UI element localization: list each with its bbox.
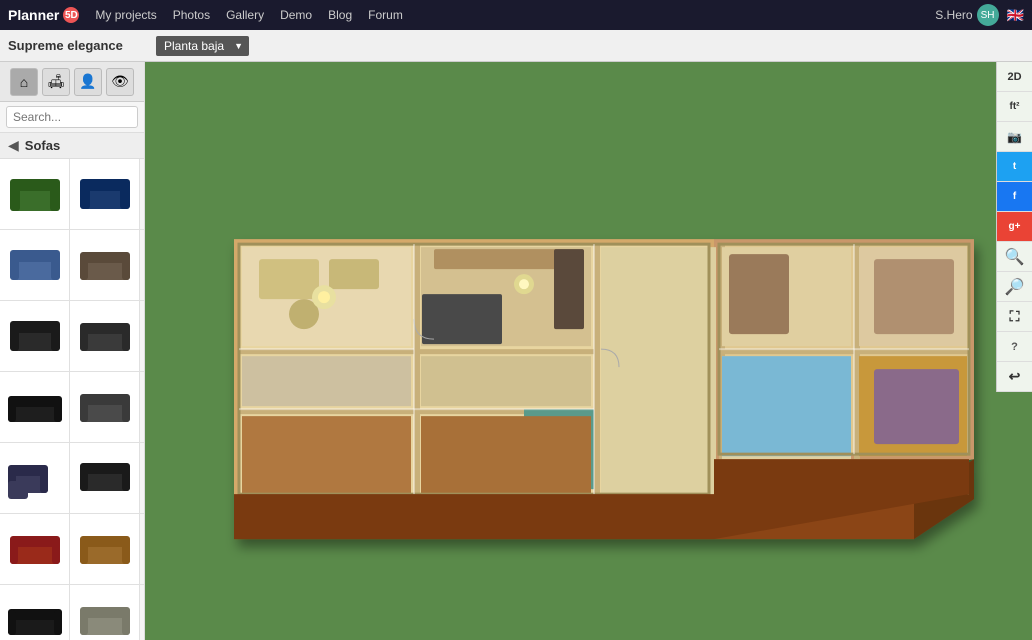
sofa-row [0,372,144,443]
logo-badge: 5D [63,7,79,23]
category-header[interactable]: ◀ Sofas [0,133,144,159]
sofa-item-5[interactable] [0,301,70,371]
avatar: SH [977,4,999,26]
2d-button[interactable]: 2D [997,62,1032,92]
floor-plan-svg [174,119,1004,599]
person-tool-button[interactable]: 👤 [74,68,102,96]
help-button[interactable]: ? [997,332,1032,362]
sofa-item-11[interactable] [0,514,70,584]
sofa-row [0,230,144,301]
main-layout: ⌂ 🛋 👤 👁 ◀ Sofas [0,62,1032,640]
left-panel: ⌂ 🛋 👤 👁 ◀ Sofas [0,62,145,640]
sofa-item-7[interactable] [0,372,70,442]
sofa-item-8[interactable] [70,372,140,442]
sofa-item-3[interactable] [0,230,70,300]
fullscreen-button[interactable]: ⛶ [997,302,1032,332]
sofa-row [0,159,144,230]
floor-selector[interactable]: Planta baja [156,36,249,56]
social-google[interactable]: g+ [997,212,1032,242]
sofa-row [0,514,144,585]
zoom-in-button[interactable]: 🔍 [997,242,1032,272]
search-input[interactable] [6,106,138,128]
user-badge[interactable]: S.Hero SH [935,4,998,26]
sofa-row [0,585,144,640]
sofa-row [0,443,144,514]
project-name: Supreme elegance [8,38,148,53]
nav-blog[interactable]: Blog [328,8,352,22]
nav-my-projects[interactable]: My projects [95,8,156,22]
nav-forum[interactable]: Forum [368,8,403,22]
logo[interactable]: Planner 5D [8,7,79,23]
language-flag[interactable]: 🇬🇧 [1007,7,1024,24]
back-arrow-icon: ◀ [8,137,19,154]
sofa-item-12[interactable] [70,514,140,584]
top-navigation: Planner 5D My projects Photos Gallery De… [0,0,1032,30]
sofa-list [0,159,144,640]
map-controls: 2D ft² 📷 t f g+ 🔍 🔎 ⛶ ? ↩ [996,62,1032,392]
floor-plan-view[interactable]: 2D ft² 📷 t f g+ 🔍 🔎 ⛶ ? ↩ [145,62,1032,640]
nav-gallery[interactable]: Gallery [226,8,264,22]
panel-toolbar: ⌂ 🛋 👤 👁 [0,62,144,102]
home-tool-button[interactable]: ⌂ [10,68,38,96]
social-twitter[interactable]: t [997,152,1032,182]
undo-button[interactable]: ↩ [997,362,1032,392]
sofa-item-6[interactable] [70,301,140,371]
sofa-tool-button[interactable]: 🛋 [42,68,70,96]
social-facebook[interactable]: f [997,182,1032,212]
sofa-item-13[interactable] [0,585,70,640]
nav-photos[interactable]: Photos [173,8,210,22]
second-bar: Supreme elegance Planta baja [0,30,1032,62]
area-button[interactable]: ft² [997,92,1032,122]
search-bar [0,102,144,133]
nav-demo[interactable]: Demo [280,8,312,22]
floor-select-input[interactable]: Planta baja [156,36,249,56]
sofa-item-1[interactable] [0,159,70,229]
screenshot-button[interactable]: 📷 [997,122,1032,152]
sofa-row [0,301,144,372]
category-label: Sofas [25,138,60,153]
floor-plan-container [174,119,1004,602]
zoom-out-button[interactable]: 🔎 [997,272,1032,302]
sofa-item-14[interactable] [70,585,140,640]
sofa-item-2[interactable] [70,159,140,229]
sofa-item-10[interactable] [70,443,140,513]
eye-tool-button[interactable]: 👁 [106,68,134,96]
username: S.Hero [935,8,972,22]
sofa-item-4[interactable] [70,230,140,300]
sofa-item-9[interactable] [0,443,70,513]
